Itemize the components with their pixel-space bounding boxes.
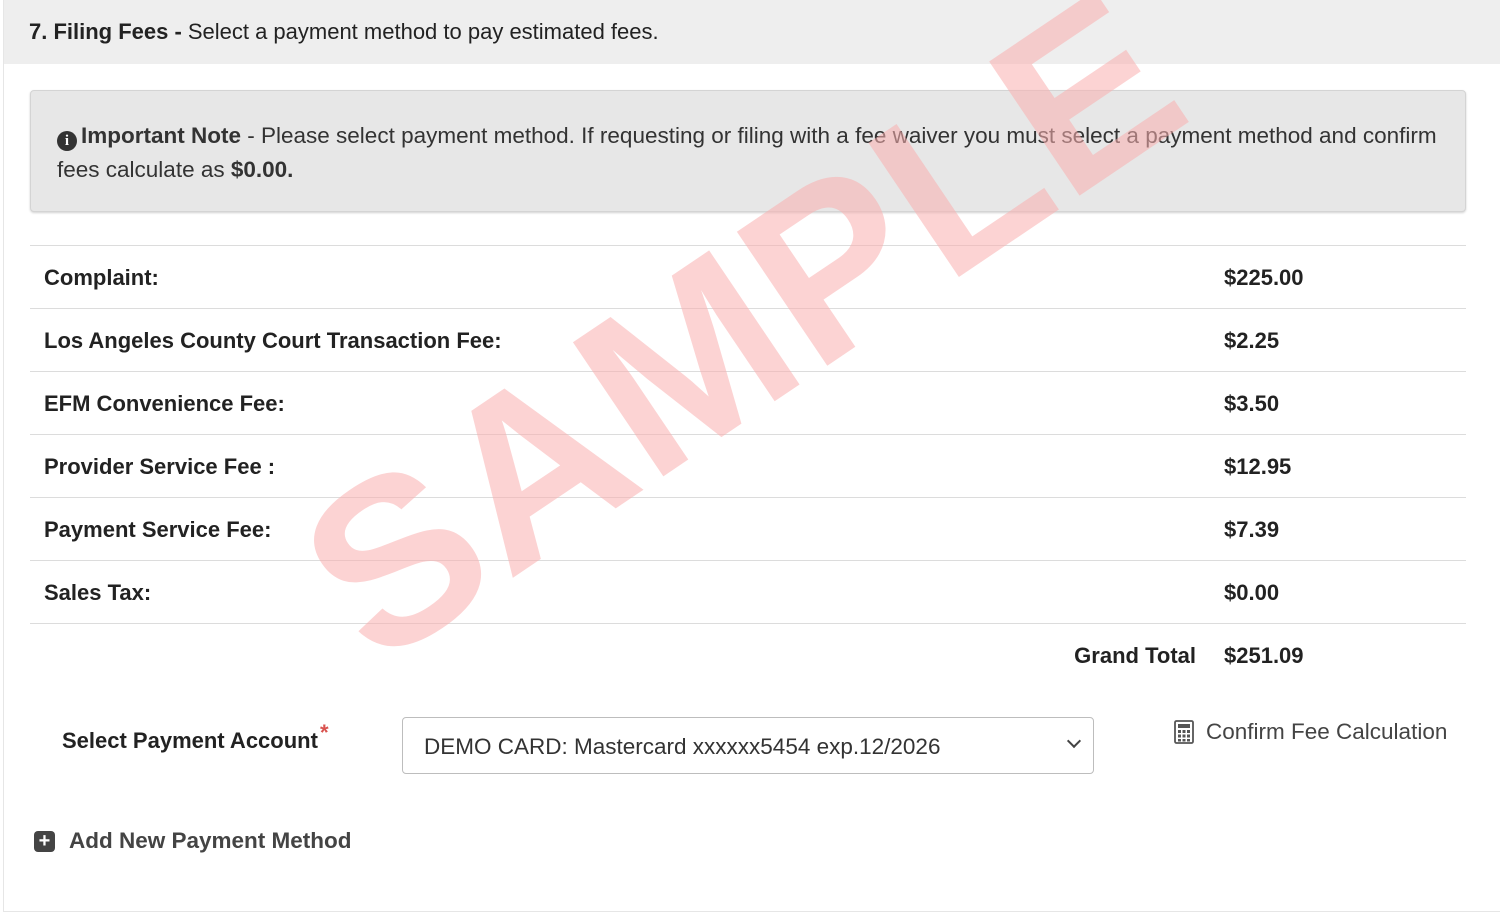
fee-label: Provider Service Fee : <box>44 454 276 479</box>
fee-value: $0.00 <box>1224 580 1280 605</box>
fee-row: Sales Tax: $0.00 <box>30 560 1466 623</box>
section-header: 7. Filing Fees - Select a payment method… <box>4 0 1500 64</box>
confirm-fee-calculation-label: Confirm Fee Calculation <box>1206 719 1448 744</box>
grand-total-label: Grand Total <box>1074 643 1196 668</box>
fee-row: Provider Service Fee : $12.95 <box>30 434 1466 497</box>
fees-table: Complaint: $225.00 Los Angeles County Co… <box>30 245 1466 686</box>
confirm-fee-calculation-button[interactable]: Confirm Fee Calculation <box>1174 719 1447 745</box>
fee-label: EFM Convenience Fee: <box>44 391 285 416</box>
fee-row: Complaint: $225.00 <box>30 245 1466 308</box>
payment-account-selected: DEMO CARD: Mastercard xxxxxx5454 exp.12/… <box>424 734 941 759</box>
fee-value: $225.00 <box>1224 265 1304 290</box>
fee-value: $12.95 <box>1224 454 1292 479</box>
fee-row: Payment Service Fee: $7.39 <box>30 497 1466 560</box>
add-payment-method-button[interactable]: + Add New Payment Method <box>34 828 352 854</box>
fee-label: Complaint: <box>44 265 159 290</box>
fee-row: EFM Convenience Fee: $3.50 <box>30 371 1466 434</box>
note-title: Important Note <box>81 123 241 148</box>
section-title: 7. Filing Fees - <box>29 19 182 44</box>
fee-value: $7.39 <box>1224 517 1280 542</box>
payment-account-label: Select Payment Account* <box>62 720 329 754</box>
fee-label: Los Angeles County Court Transaction Fee… <box>44 328 502 353</box>
payment-account-label-text: Select Payment Account <box>62 728 318 753</box>
payment-account-select[interactable]: DEMO CARD: Mastercard xxxxxx5454 exp.12/… <box>402 717 1094 774</box>
fee-row: Los Angeles County Court Transaction Fee… <box>30 308 1466 371</box>
fee-label: Sales Tax: <box>44 580 152 605</box>
section-subtitle: Select a payment method to pay estimated… <box>187 19 659 44</box>
chevron-down-icon <box>1066 733 1082 749</box>
note-amount: $0.00. <box>230 157 294 182</box>
info-circle-icon: i <box>57 131 77 151</box>
calculator-icon <box>1174 720 1194 744</box>
required-asterisk: * <box>319 720 329 745</box>
note-separator: - <box>241 123 261 148</box>
filing-fees-panel: 7. Filing Fees - Select a payment method… <box>3 0 1500 912</box>
plus-square-icon: + <box>34 830 55 852</box>
fee-value: $3.50 <box>1224 391 1280 416</box>
important-note: i Important Note - Please select payment … <box>30 90 1466 212</box>
fee-value: $2.25 <box>1224 328 1280 353</box>
grand-total-row: Grand Total $251.09 <box>30 623 1466 686</box>
fee-label: Payment Service Fee: <box>44 517 272 542</box>
grand-total-value: $251.09 <box>1224 643 1304 668</box>
add-payment-method-label: Add New Payment Method <box>69 828 352 853</box>
